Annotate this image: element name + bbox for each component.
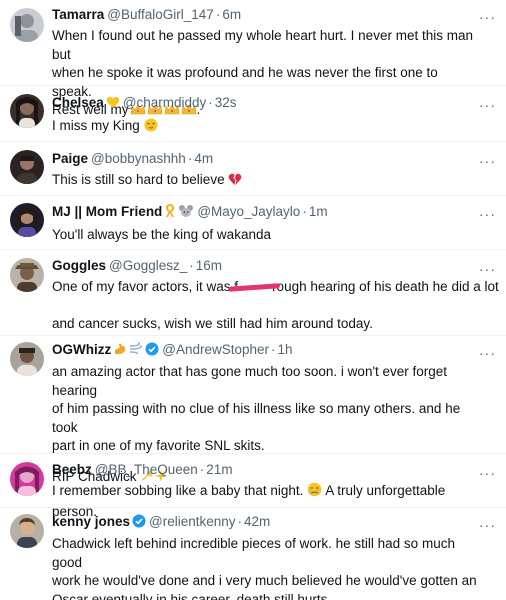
display-name[interactable]: OGWhizz: [52, 342, 111, 357]
tweet-text: an amazing actor that has gone much too …: [52, 364, 461, 453]
more-horizontal-icon: ···: [479, 97, 496, 113]
user-handle[interactable]: @BB_TheQueen: [95, 462, 198, 477]
tweet-text: I miss my King: [52, 117, 478, 138]
tweet-text: One of my favor actors, it was f rough he…: [52, 279, 499, 294]
tweet-text: This is still so hard to believe: [52, 171, 478, 192]
relieved-face-emoji-icon: [144, 118, 158, 138]
avatar[interactable]: [10, 258, 44, 292]
display-name[interactable]: MJ || Mom Friend: [52, 204, 162, 219]
tweet-beebz[interactable]: Beebz @BB_TheQueen · 21m I remember sobbing…: [0, 454, 506, 519]
display-name[interactable]: Paige: [52, 151, 88, 166]
more-horizontal-icon: ···: [479, 261, 496, 277]
tweet-paige[interactable]: Paige @bobbynashhh · 4m This is still so ha…: [0, 142, 506, 196]
tweet-text: You'll always be the king of wakanda: [52, 227, 271, 242]
user-handle[interactable]: @charmdiddy: [123, 95, 207, 110]
tweet-ogwhizz[interactable]: OGWhizz @AndrewStopher · 1h an amazing acto…: [0, 336, 506, 484]
user-handle[interactable]: @relientkenny: [149, 514, 236, 529]
flexed-arm-emoji-icon: [113, 342, 127, 361]
timestamp[interactable]: 1m: [309, 204, 328, 219]
ribbon-icon: [164, 203, 176, 223]
user-handle[interactable]: @Gogglesz_: [109, 258, 187, 273]
avatar[interactable]: [10, 462, 44, 496]
tweet-tamarra[interactable]: Tamarra @BuffaloGirl_147 · 6m When I found …: [0, 0, 506, 117]
avatar[interactable]: [10, 203, 44, 237]
display-name[interactable]: Tamarra: [52, 7, 104, 22]
tweet-chelsea[interactable]: Chelsea @charmdiddy · 32s I miss my King ··…: [0, 86, 506, 142]
more-options-button[interactable]: ···: [479, 465, 496, 481]
tweet-header: Beebz @BB_TheQueen · 21m: [52, 462, 233, 477]
avatar[interactable]: [10, 8, 44, 42]
tweet-header: OGWhizz @AndrewStopher · 1h: [52, 341, 478, 361]
avatar[interactable]: [10, 150, 44, 184]
yellow-heart-icon: [106, 96, 120, 114]
timestamp[interactable]: 1h: [278, 342, 293, 357]
user-handle[interactable]: @BuffaloGirl_147: [107, 7, 214, 22]
tweet-header: Tamarra @BuffaloGirl_147 · 6m: [52, 7, 242, 22]
timestamp[interactable]: 16m: [196, 258, 222, 273]
more-options-button[interactable]: ···: [479, 153, 496, 169]
user-handle[interactable]: @AndrewStopher: [162, 342, 269, 357]
timestamp[interactable]: 42m: [244, 514, 270, 529]
avatar[interactable]: [10, 342, 44, 376]
more-horizontal-icon: ···: [479, 153, 496, 169]
more-options-button[interactable]: ···: [479, 517, 496, 533]
display-name[interactable]: Beebz: [52, 462, 92, 477]
tweet-mj[interactable]: MJ || Mom Friend @Mayo_Jaylaylo · 1m You'll…: [0, 196, 506, 250]
mouse-emoji-icon: [178, 204, 194, 223]
display-name[interactable]: kenny jones: [52, 514, 130, 529]
tweet-header: MJ || Mom Friend @Mayo_Jaylaylo · 1m: [52, 203, 478, 223]
more-horizontal-icon: ···: [479, 206, 496, 222]
tweet-header: Paige @bobbynashhh · 4m: [52, 151, 214, 166]
more-horizontal-icon: ···: [479, 345, 496, 361]
timestamp[interactable]: 32s: [215, 95, 237, 110]
user-handle[interactable]: @Mayo_Jaylaylo: [197, 204, 300, 219]
tweet-header: Chelsea @charmdiddy · 32s: [52, 94, 478, 114]
display-name[interactable]: Goggles: [52, 258, 106, 273]
redaction-mark: [227, 281, 281, 292]
more-horizontal-icon: ···: [479, 9, 496, 25]
timestamp[interactable]: 21m: [206, 462, 232, 477]
wind-emoji-icon: [129, 342, 143, 361]
display-name[interactable]: Chelsea: [52, 95, 104, 110]
more-horizontal-icon: ···: [479, 517, 496, 533]
more-options-button[interactable]: ···: [479, 9, 496, 25]
tweet-header: kenny jones @relientkenny · 42m: [52, 513, 478, 533]
timestamp[interactable]: 6m: [222, 7, 241, 22]
avatar[interactable]: [10, 514, 44, 548]
avatar[interactable]: [10, 94, 44, 128]
more-horizontal-icon: ···: [479, 465, 496, 481]
crying-face-emoji-icon: [307, 482, 322, 503]
timestamp[interactable]: 4m: [194, 151, 213, 166]
more-options-button[interactable]: ···: [479, 206, 496, 222]
tweet-text-continued: and cancer sucks, wish we still had him …: [52, 315, 373, 331]
user-handle[interactable]: @bobbynashhh: [91, 151, 186, 166]
verified-badge-icon: [145, 342, 159, 361]
tweet-goggles[interactable]: Goggles @Gogglesz_ · 16m One of my favor ac…: [0, 250, 506, 336]
verified-badge-icon: [132, 514, 146, 533]
tweet-feed: Tamarra @BuffaloGirl_147 · 6m When I found …: [0, 0, 506, 600]
tweet-text: Chadwick left behind incredible pieces o…: [52, 536, 477, 600]
more-options-button[interactable]: ···: [479, 97, 496, 113]
more-options-button[interactable]: ···: [479, 261, 496, 277]
broken-heart-emoji-icon: [228, 173, 242, 192]
more-options-button[interactable]: ···: [479, 345, 496, 361]
tweet-header: Goggles @Gogglesz_ · 16m: [52, 258, 223, 273]
tweet-kenny-jones[interactable]: kenny jones @relientkenny · 42m Chadwick le…: [0, 508, 506, 600]
